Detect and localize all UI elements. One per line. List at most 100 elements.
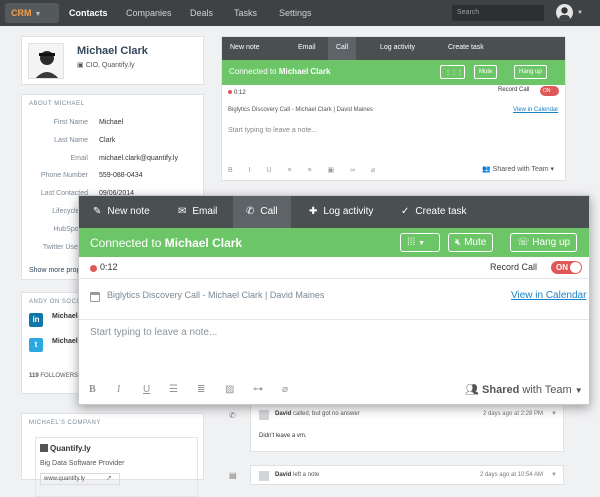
- team-icon: 👥: [482, 166, 493, 173]
- timeline-entry-title: David left a note: [275, 472, 319, 478]
- nav-contacts[interactable]: Contacts: [69, 8, 108, 18]
- contact-name: Michael Clark: [77, 45, 148, 57]
- recording-row: 0:12 Record Call ON: [79, 257, 589, 279]
- composer-tab-bar: ✎ New note ✉ Email ✆ Call ✚ Log activity ✓ Cr…: [79, 196, 589, 228]
- connected-name: Michael Clark: [164, 236, 243, 250]
- formatting-toolbar-bg: B I U ≡ ≡ ▣ ∞ ⌀: [228, 167, 383, 174]
- tab-log-activity-bg[interactable]: Log activity: [380, 44, 415, 51]
- record-call-label: Record Call: [490, 262, 538, 272]
- shared-rest: with Team: [517, 166, 549, 173]
- note-input[interactable]: Start typing to leave a note...: [90, 327, 217, 338]
- keypad-button[interactable]: ⁞⁞⁞ ▼: [400, 233, 440, 252]
- envelope-icon: ✉: [178, 206, 187, 217]
- recording-dot-icon: [90, 265, 97, 272]
- timeline-entry[interactable]: David left a note 2 days ago at 10:54 AM…: [250, 465, 564, 485]
- team-icon: 👥︎: [465, 384, 483, 396]
- toggle-state: ON: [556, 263, 568, 272]
- property-value: Clark: [99, 137, 116, 144]
- mute-button[interactable]: 🔇︎ Mute: [448, 233, 494, 252]
- crm-menu-button[interactable]: CRM ▼: [5, 3, 59, 23]
- mute-button-bg[interactable]: Mute: [474, 65, 498, 79]
- nav-settings[interactable]: Settings: [279, 8, 312, 18]
- shared-with-team-dropdown[interactable]: 👥︎ Shared with Team ▼: [465, 383, 583, 396]
- search-input[interactable]: Search: [452, 5, 544, 21]
- external-link-icon[interactable]: ↗: [106, 474, 112, 482]
- tab-create-task-bg[interactable]: Create task: [448, 44, 484, 51]
- attachment-icon[interactable]: ⌀: [282, 384, 288, 395]
- tab-log-activity[interactable]: ✚ Log activity: [309, 196, 373, 228]
- timeline-action: called, but got no answer: [293, 411, 360, 417]
- call-timer: 0:12: [100, 262, 118, 272]
- tab-call-bg[interactable]: Call: [328, 37, 357, 60]
- background-call-status-bar: Connected to Michael Clark ⋮⋮⋮ Mute Hang…: [222, 60, 565, 85]
- connected-status: Connected to Michael Clark: [90, 236, 242, 250]
- timeline-body: Didn't leave a vm.: [259, 433, 307, 439]
- followers-count: 119 FOLLOWERS: [29, 373, 78, 379]
- hangup-button-bg[interactable]: Hang up: [514, 65, 547, 79]
- call-timer-bg: 0:12: [228, 90, 246, 96]
- twitter-icon[interactable]: t: [29, 338, 43, 352]
- edit-icon: ✎: [93, 206, 102, 217]
- tab-new-note[interactable]: ✎ New note: [93, 196, 150, 228]
- note-placeholder-bg[interactable]: Start typing to leave a note...: [228, 127, 317, 134]
- shared-label: Shared: [492, 166, 516, 173]
- company-icon: ▣: [77, 62, 86, 69]
- connected-prefix: Connected to: [90, 236, 162, 250]
- timeline-entry-title: David called, but got no answer: [275, 411, 360, 417]
- nav-tasks[interactable]: Tasks: [234, 8, 257, 18]
- view-in-calendar-link[interactable]: View in Calendar: [511, 290, 586, 301]
- tab-email-bg[interactable]: Email: [298, 44, 316, 51]
- shared-with-team-bg[interactable]: 👥 Shared with Team ▾: [482, 165, 554, 173]
- image-icon[interactable]: ▨: [225, 384, 234, 395]
- meeting-title-bg: Biglytics Discovery Call - Michael Clark…: [228, 107, 373, 113]
- chevron-down-icon[interactable]: ▼: [551, 472, 557, 478]
- chevron-down-icon[interactable]: ▼: [577, 10, 583, 16]
- timeline-timestamp: 2 days ago at 10:54 AM: [479, 472, 543, 478]
- italic-icon[interactable]: I: [117, 384, 120, 395]
- record-call-toggle[interactable]: ON: [551, 261, 582, 274]
- company-logo-icon: [40, 444, 48, 452]
- bold-icon[interactable]: B: [89, 384, 96, 395]
- contact-avatar: [28, 43, 64, 79]
- hangup-button[interactable]: ☏ Hang up: [510, 233, 578, 252]
- chevron-down-icon[interactable]: ▼: [551, 411, 557, 417]
- company-card[interactable]: Quantify.ly Big Data Software Provider w…: [35, 437, 198, 497]
- company-name[interactable]: Quantify.ly: [50, 444, 91, 453]
- hangup-label: Hang up: [532, 237, 571, 248]
- call-composer-panel: ✎ New note ✉ Email ✆ Call ✚ Log activity ✓ Cr…: [78, 195, 590, 405]
- user-avatar[interactable]: [556, 4, 573, 21]
- tab-label: Log activity: [323, 206, 374, 217]
- mute-label: Mute: [464, 237, 487, 248]
- property-value: michael.clark@quantify.ly: [99, 155, 178, 162]
- call-status-bar: Connected to Michael Clark ⁞⁞⁞ ▼ 🔇︎ Mute…: [79, 228, 589, 257]
- tab-label: Email: [192, 206, 218, 217]
- bullet-list-icon[interactable]: ☰: [169, 384, 178, 395]
- record-toggle-bg[interactable]: ON: [540, 86, 559, 96]
- keypad-button-bg[interactable]: ⋮⋮⋮: [440, 65, 465, 79]
- tab-new-note-bg[interactable]: New note: [230, 44, 260, 51]
- underline-icon[interactable]: U: [143, 384, 150, 395]
- nav-deals[interactable]: Deals: [190, 8, 213, 18]
- timeline-author: David: [275, 411, 292, 417]
- followers-label: FOLLOWERS: [40, 373, 79, 379]
- timeline-entry[interactable]: David called, but got no answer 2 days a…: [250, 404, 564, 452]
- numbered-list-icon[interactable]: ≣: [197, 384, 205, 395]
- tab-email[interactable]: ✉ Email: [178, 196, 217, 228]
- meeting-row: Biglytics Discovery Call - Michael Clark…: [79, 279, 589, 320]
- view-in-calendar-link-bg[interactable]: View in Calendar: [513, 107, 558, 113]
- tab-create-task[interactable]: ✓ Create task: [401, 196, 467, 228]
- company-description: Big Data Software Provider: [40, 460, 125, 467]
- link-icon[interactable]: ⊶: [253, 384, 263, 395]
- timeline-author: David: [275, 472, 292, 478]
- background-tab-bar: New note Email Call Log activity Create …: [222, 37, 565, 60]
- mute-icon: 🔇︎: [455, 237, 465, 248]
- tab-call[interactable]: ✆ Call: [233, 196, 291, 228]
- property-value: 559-088-0434: [99, 172, 143, 179]
- chevron-down-icon: ▼: [574, 386, 583, 395]
- linkedin-icon[interactable]: in: [29, 313, 43, 327]
- property-value: Michael: [99, 119, 124, 126]
- background-composer: New note Email Call Log activity Create …: [221, 36, 566, 181]
- show-more-properties-link[interactable]: Show more prope: [29, 267, 84, 274]
- recording-dot-icon: [228, 90, 232, 94]
- nav-companies[interactable]: Companies: [126, 8, 172, 18]
